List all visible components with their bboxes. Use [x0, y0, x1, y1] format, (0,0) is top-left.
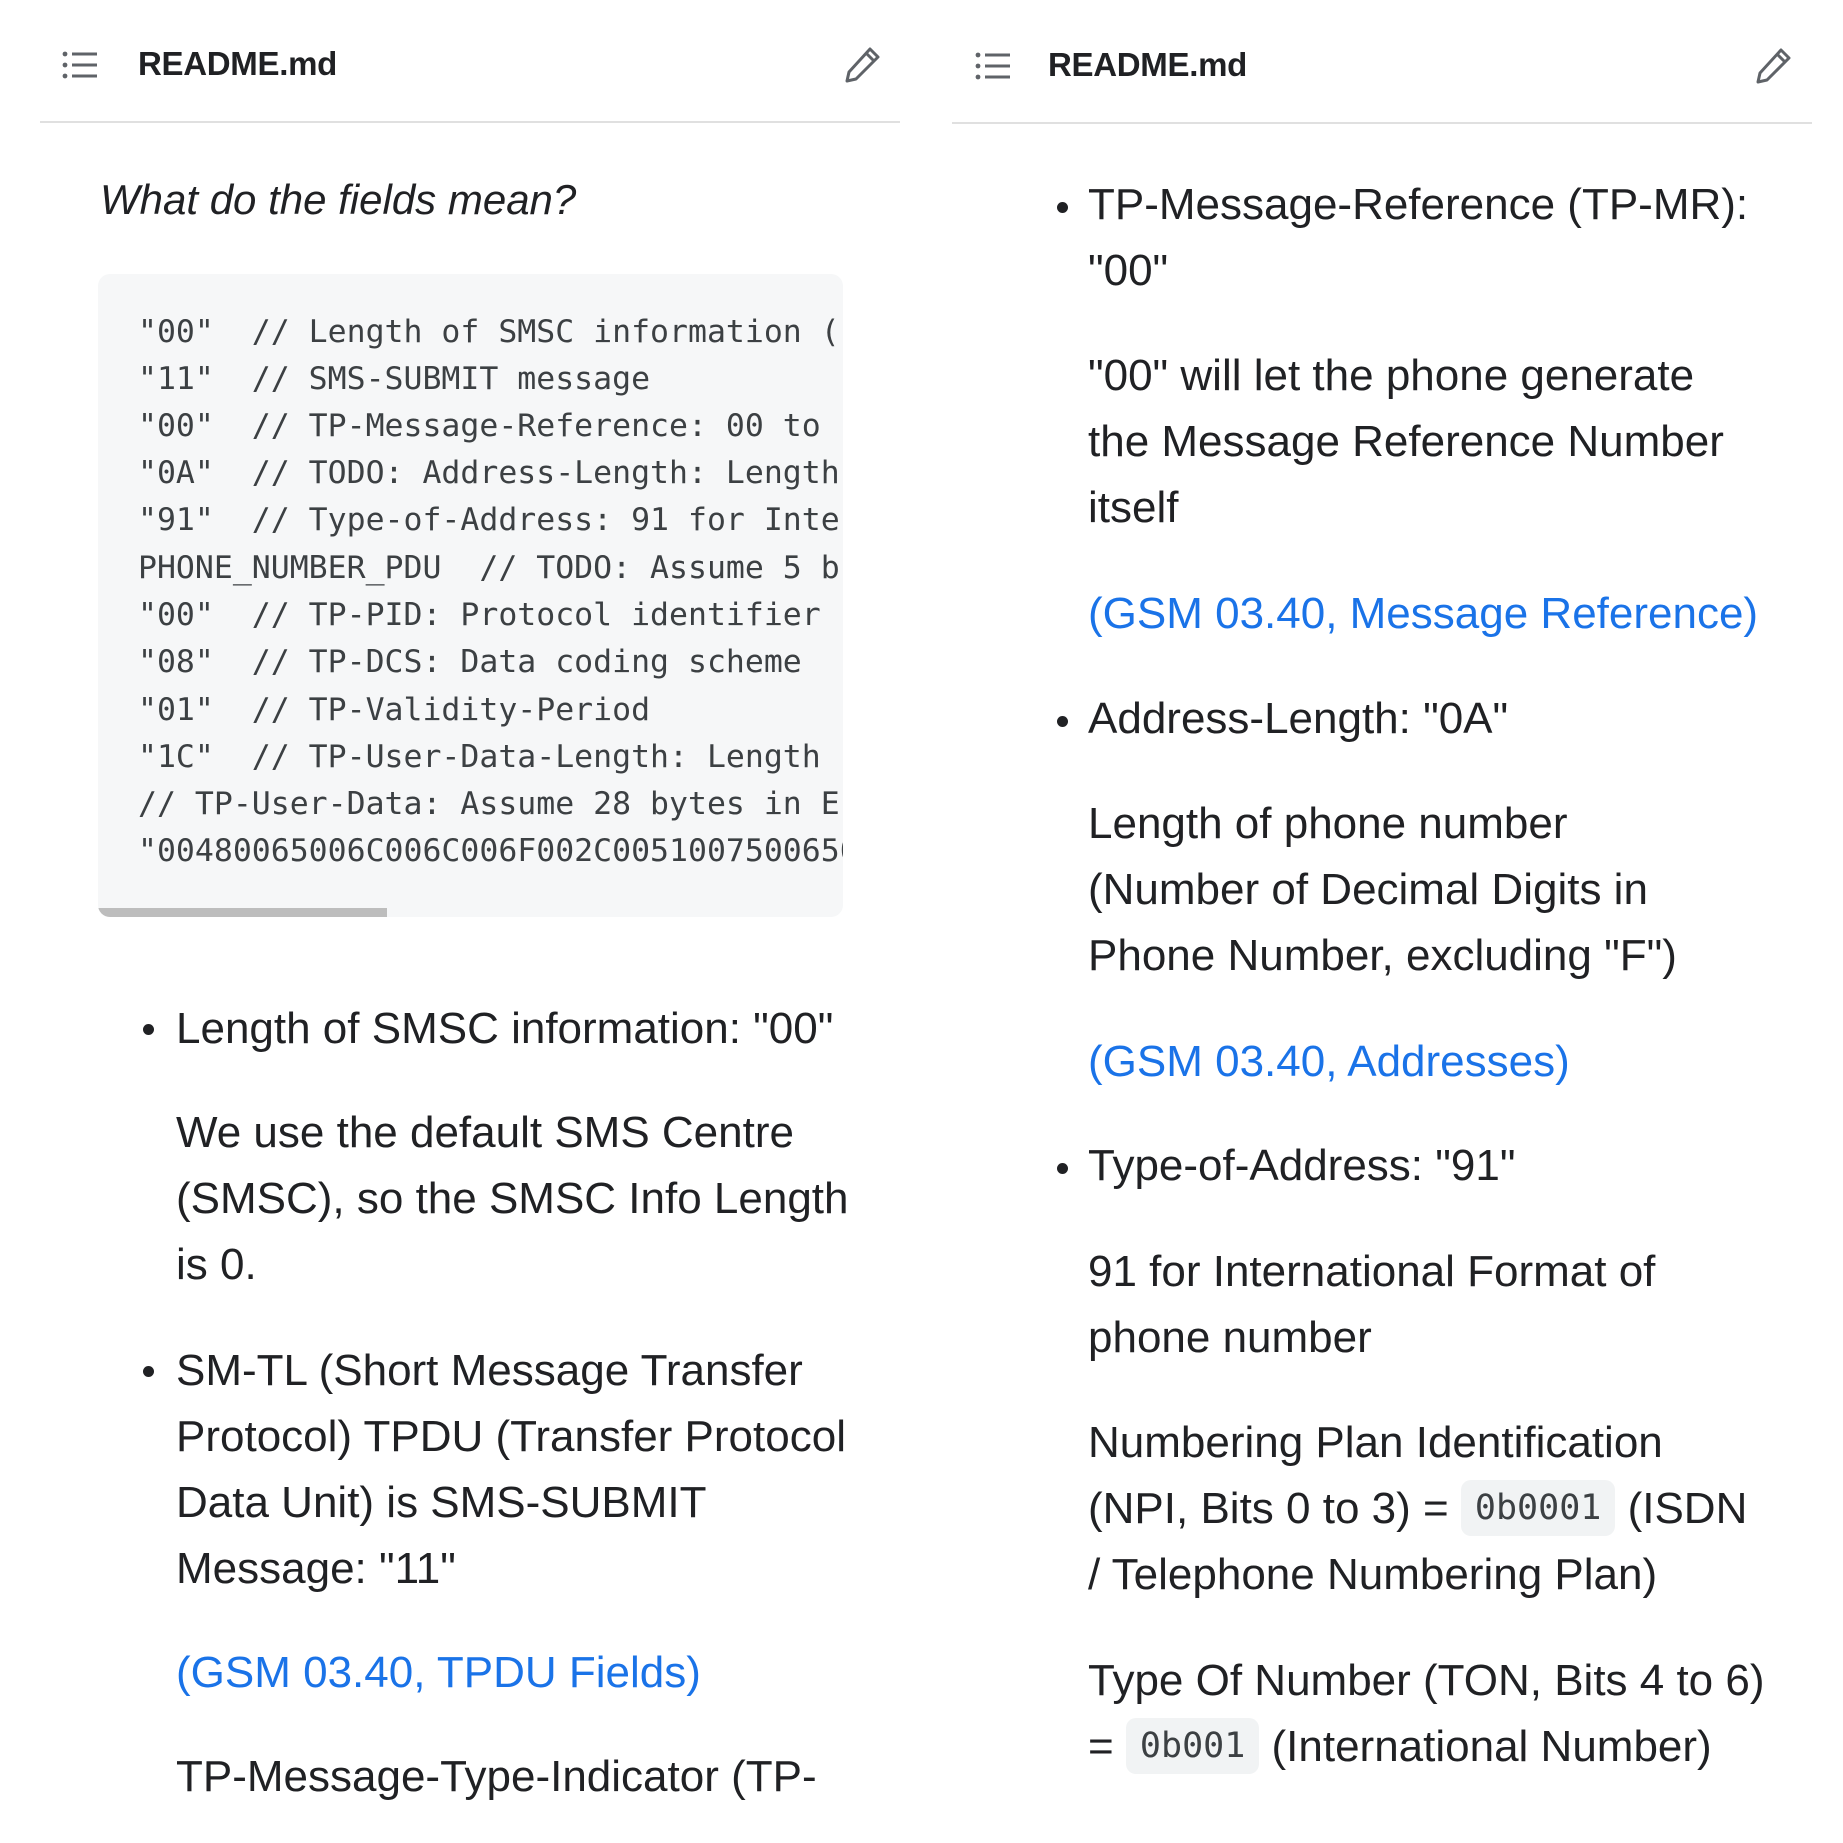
left-readme-panel: README.md What do the fields mean? "00" … — [0, 0, 915, 1843]
list-item-body: the Message Reference Number — [1088, 417, 1724, 466]
horizontal-scrollbar[interactable] — [98, 908, 387, 917]
gsm-message-reference-link[interactable]: (GSM 03.40, Message Reference) — [1088, 581, 1758, 647]
code-block[interactable]: "00" // Length of SMSC information ( "11… — [98, 274, 843, 917]
list-item-body: itself — [1088, 483, 1179, 532]
gsm-tpdu-fields-link[interactable]: (GSM 03.40, TPDU Fields) — [176, 1640, 701, 1706]
ton-text-pre: = — [1088, 1722, 1126, 1771]
list-item-body: Length of phone number — [1088, 799, 1568, 848]
ton-text-post: (International Number) — [1259, 1722, 1712, 1771]
list-item-body: (SMSC), so the SMSC Info Length — [176, 1174, 849, 1223]
code-line: "08" // TP-DCS: Data coding scheme — [138, 644, 802, 680]
code-line: "11" // SMS-SUBMIT message — [138, 361, 651, 397]
list-item-title: "00" — [1088, 246, 1169, 295]
list-item-body: phone number — [1088, 1313, 1372, 1362]
code-line: "00" // TP-Message-Reference: 00 to — [138, 408, 821, 444]
code-line: "0A" // TODO: Address-Length: Length — [138, 455, 840, 491]
header-divider — [952, 122, 1812, 124]
list-item-title: Message: "11" — [176, 1544, 456, 1593]
right-readme-panel: README.md TP-Message-Reference (TP-MR): … — [915, 0, 1843, 1843]
list-item-title: Type-of-Address: "91" — [1088, 1141, 1516, 1190]
list-item-body: "00" will let the phone generate — [1088, 351, 1695, 400]
code-line: "01" // TP-Validity-Period — [138, 692, 651, 728]
npi-text-pre: (NPI, Bits 0 to 3) = — [1088, 1484, 1461, 1533]
list-item-title: Data Unit) is SMS-SUBMIT — [176, 1478, 707, 1527]
code-line: "00" // TP-PID: Protocol identifier — [138, 597, 821, 633]
list-item-body: TP-Message-Type-Indicator (TP- — [176, 1752, 817, 1801]
list-item-title: Length of SMSC information: "00" — [176, 1004, 834, 1053]
list-item-body: is 0. — [176, 1240, 257, 1289]
list-icon[interactable] — [62, 50, 98, 80]
bullet-icon — [143, 1366, 154, 1377]
list-item-title: Protocol) TPDU (Transfer Protocol — [176, 1412, 846, 1461]
bullet-icon — [143, 1024, 154, 1035]
list-item-title: Address-Length: "0A" — [1088, 694, 1509, 743]
header-divider — [40, 121, 900, 123]
npi-text: Numbering Plan Identification — [1088, 1418, 1663, 1467]
bullet-icon — [1057, 716, 1068, 727]
npi-code-chip: 0b0001 — [1460, 1480, 1616, 1536]
gsm-addresses-link[interactable]: (GSM 03.40, Addresses) — [1088, 1029, 1570, 1095]
list-item-body: (Number of Decimal Digits in — [1088, 865, 1648, 914]
list-item-body: 91 for International Format of — [1088, 1247, 1656, 1296]
npi-text: (NPI, Bits 0 to 3) = 0b0001 (ISDN — [1088, 1476, 1747, 1542]
bullet-icon — [1057, 202, 1068, 213]
code-line: "00480065006C006C006F002C00510075006500 — [138, 833, 843, 869]
list-item-title: SM-TL (Short Message Transfer — [176, 1346, 803, 1395]
bullet-icon — [1057, 1163, 1068, 1174]
list-item-body: Phone Number, excluding "F") — [1088, 931, 1677, 980]
list-icon[interactable] — [975, 51, 1011, 81]
npi-text-post: (ISDN — [1615, 1484, 1748, 1533]
pencil-icon[interactable] — [842, 45, 882, 85]
file-title: README.md — [138, 45, 337, 82]
code-line: // TP-User-Data: Assume 28 bytes in E — [138, 786, 840, 822]
list-item-body: We use the default SMS Centre — [176, 1108, 794, 1157]
file-title: README.md — [1048, 46, 1247, 83]
ton-text: = 0b001 (International Number) — [1088, 1714, 1712, 1780]
code-line: "1C" // TP-User-Data-Length: Length — [138, 739, 821, 775]
code-line: "91" // Type-of-Address: 91 for Inte — [138, 502, 840, 538]
ton-text: Type Of Number (TON, Bits 4 to 6) — [1088, 1656, 1765, 1705]
list-item-title: TP-Message-Reference (TP-MR): — [1088, 180, 1749, 229]
section-heading: What do the fields mean? — [100, 176, 577, 223]
npi-text: / Telephone Numbering Plan) — [1088, 1550, 1658, 1599]
ton-code-chip: 0b001 — [1125, 1718, 1260, 1774]
pencil-icon[interactable] — [1753, 46, 1793, 86]
code-line: PHONE_NUMBER_PDU // TODO: Assume 5 b — [138, 550, 840, 586]
code-line: "00" // Length of SMSC information ( — [138, 314, 840, 350]
